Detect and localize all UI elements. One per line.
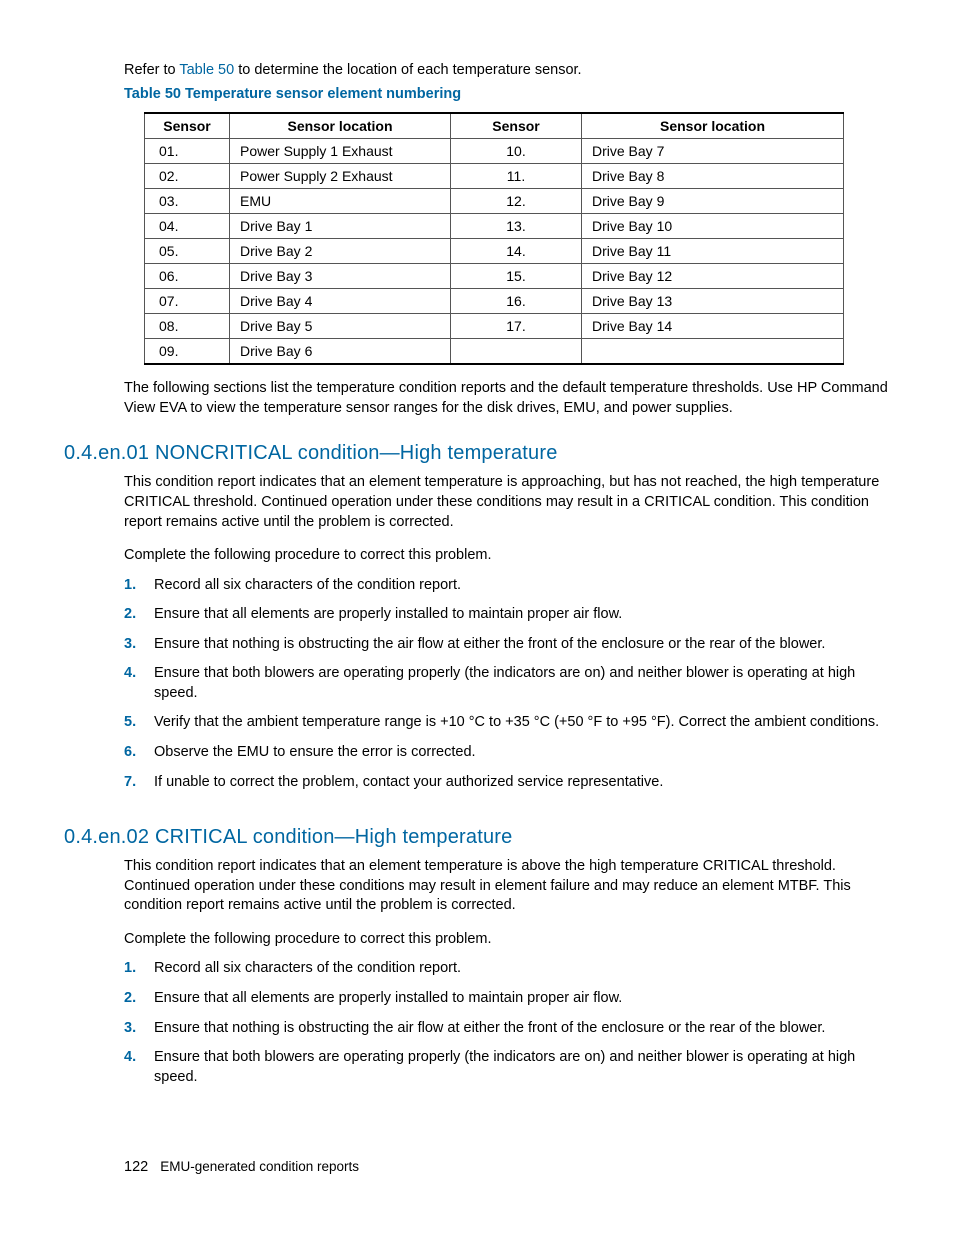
- table-row: 07.Drive Bay 416.Drive Bay 13: [145, 289, 844, 314]
- post-table-paragraph: The following sections list the temperat…: [124, 379, 890, 418]
- list-item: Record all six characters of the conditi…: [124, 959, 890, 989]
- section1-p2: Complete the following procedure to corr…: [124, 546, 890, 566]
- intro-prefix: Refer to: [124, 62, 179, 78]
- list-item: If unable to correct the problem, contac…: [124, 773, 890, 803]
- location-cell: [582, 339, 844, 365]
- list-item: Ensure that both blowers are operating p…: [124, 664, 890, 713]
- location-cell: Drive Bay 10: [582, 214, 844, 239]
- page: Refer to Table 50 to determine the locat…: [0, 0, 954, 1235]
- location-cell: Drive Bay 1: [230, 214, 451, 239]
- sensor-cell: 06.: [145, 264, 230, 289]
- location-cell: Drive Bay 5: [230, 314, 451, 339]
- section-0-4-en-02-heading: 0.4.en.02 CRITICAL condition—High temper…: [64, 826, 890, 849]
- location-cell: Drive Bay 13: [582, 289, 844, 314]
- sensor-cell: 11.: [451, 164, 582, 189]
- location-cell: Drive Bay 4: [230, 289, 451, 314]
- location-cell: Drive Bay 14: [582, 314, 844, 339]
- sensor-cell: 14.: [451, 239, 582, 264]
- sensor-cell: 10.: [451, 139, 582, 164]
- sensor-cell: 09.: [145, 339, 230, 365]
- table-row: 06.Drive Bay 315.Drive Bay 12: [145, 264, 844, 289]
- page-number: 122: [124, 1159, 148, 1175]
- sensor-cell: 04.: [145, 214, 230, 239]
- location-cell: Drive Bay 2: [230, 239, 451, 264]
- location-cell: Drive Bay 12: [582, 264, 844, 289]
- table-header-row: Sensor Sensor location Sensor Sensor loc…: [145, 113, 844, 139]
- list-item: Verify that the ambient temperature rang…: [124, 713, 890, 743]
- sensor-cell: 08.: [145, 314, 230, 339]
- sensor-cell: [451, 339, 582, 365]
- col-sensor-1: Sensor: [145, 113, 230, 139]
- location-cell: EMU: [230, 189, 451, 214]
- section2-p1: This condition report indicates that an …: [124, 857, 890, 916]
- footer-title: EMU-generated condition reports: [160, 1159, 359, 1174]
- intro-paragraph: Refer to Table 50 to determine the locat…: [124, 60, 890, 80]
- sensor-cell: 17.: [451, 314, 582, 339]
- page-footer: 122 EMU-generated condition reports: [124, 1159, 359, 1175]
- list-item: Ensure that all elements are properly in…: [124, 605, 890, 635]
- sensor-table: Sensor Sensor location Sensor Sensor loc…: [144, 112, 844, 365]
- col-location-2: Sensor location: [582, 113, 844, 139]
- sensor-cell: 16.: [451, 289, 582, 314]
- sensor-cell: 03.: [145, 189, 230, 214]
- content-area: Refer to Table 50 to determine the locat…: [64, 60, 890, 1097]
- location-cell: Power Supply 2 Exhaust: [230, 164, 451, 189]
- location-cell: Drive Bay 7: [582, 139, 844, 164]
- location-cell: Drive Bay 6: [230, 339, 451, 365]
- location-cell: Power Supply 1 Exhaust: [230, 139, 451, 164]
- location-cell: Drive Bay 11: [582, 239, 844, 264]
- table-row: 03.EMU12.Drive Bay 9: [145, 189, 844, 214]
- table-row: 08.Drive Bay 517.Drive Bay 14: [145, 314, 844, 339]
- list-item: Record all six characters of the conditi…: [124, 576, 890, 606]
- table-row: 01.Power Supply 1 Exhaust10.Drive Bay 7: [145, 139, 844, 164]
- list-item: Ensure that nothing is obstructing the a…: [124, 635, 890, 665]
- sensor-cell: 13.: [451, 214, 582, 239]
- section1-steps: Record all six characters of the conditi…: [124, 576, 890, 803]
- table-row: 09.Drive Bay 6: [145, 339, 844, 365]
- location-cell: Drive Bay 9: [582, 189, 844, 214]
- table-title: Table 50 Temperature sensor element numb…: [124, 86, 890, 102]
- location-cell: Drive Bay 8: [582, 164, 844, 189]
- table-row: 04.Drive Bay 113.Drive Bay 10: [145, 214, 844, 239]
- location-cell: Drive Bay 3: [230, 264, 451, 289]
- section1-p1: This condition report indicates that an …: [124, 473, 890, 532]
- col-sensor-2: Sensor: [451, 113, 582, 139]
- table-row: 05.Drive Bay 214.Drive Bay 11: [145, 239, 844, 264]
- section2-p2: Complete the following procedure to corr…: [124, 930, 890, 950]
- list-item: Ensure that both blowers are operating p…: [124, 1048, 890, 1097]
- section2-steps: Record all six characters of the conditi…: [124, 959, 890, 1097]
- col-location-1: Sensor location: [230, 113, 451, 139]
- table-row: 02.Power Supply 2 Exhaust11.Drive Bay 8: [145, 164, 844, 189]
- table-50-link[interactable]: Table 50: [179, 62, 234, 78]
- list-item: Ensure that nothing is obstructing the a…: [124, 1019, 890, 1049]
- sensor-cell: 07.: [145, 289, 230, 314]
- sensor-cell: 05.: [145, 239, 230, 264]
- sensor-cell: 02.: [145, 164, 230, 189]
- sensor-cell: 01.: [145, 139, 230, 164]
- intro-suffix: to determine the location of each temper…: [234, 62, 581, 78]
- list-item: Ensure that all elements are properly in…: [124, 989, 890, 1019]
- sensor-cell: 12.: [451, 189, 582, 214]
- list-item: Observe the EMU to ensure the error is c…: [124, 743, 890, 773]
- section-0-4-en-01-heading: 0.4.en.01 NONCRITICAL condition—High tem…: [64, 442, 890, 465]
- sensor-cell: 15.: [451, 264, 582, 289]
